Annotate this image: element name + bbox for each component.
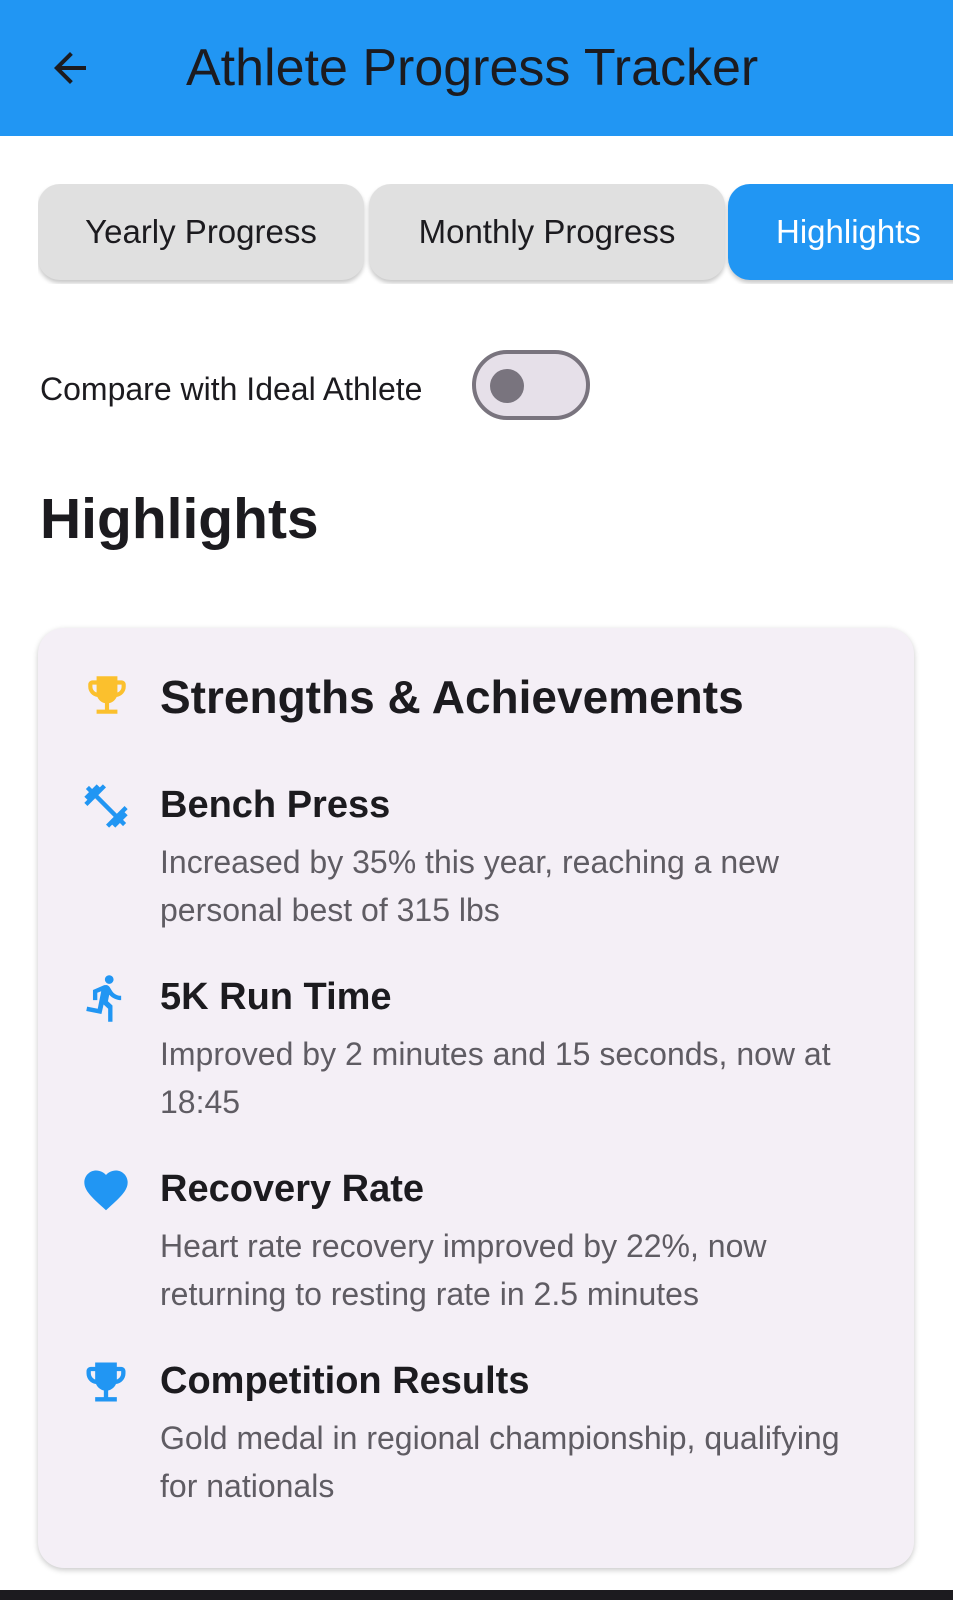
item-description: Heart rate recovery improved by 22%, now… — [160, 1228, 767, 1312]
bottom-edge — [0, 1590, 953, 1600]
card-title: Strengths & Achievements — [160, 671, 744, 723]
item-title: Recovery Rate — [160, 1168, 425, 1210]
app-bar: Athlete Progress Tracker — [0, 0, 953, 136]
item-title: Bench Press — [160, 784, 391, 826]
compare-row: Compare with Ideal Athlete — [40, 350, 590, 428]
item-title: 5K Run Time — [160, 976, 392, 1018]
item-description: Increased by 35% this year, reaching a n… — [160, 844, 780, 928]
toggle-thumb — [490, 369, 524, 403]
compare-label: Compare with Ideal Athlete — [40, 370, 423, 407]
compare-toggle[interactable] — [472, 350, 590, 420]
back-button[interactable] — [30, 28, 110, 108]
tab-bar: Yearly Progress Monthly Progress Highlig… — [38, 184, 953, 284]
item-description: Gold medal in regional championship, qua… — [160, 1420, 840, 1504]
card-header — [82, 670, 132, 720]
tab-yearly-progress[interactable]: Yearly Progress — [38, 184, 364, 280]
tab-monthly-progress[interactable]: Monthly Progress — [369, 184, 725, 280]
achievements-card: Strengths & Achievements Bench Press Inc… — [38, 628, 914, 1568]
heart-icon — [84, 1170, 128, 1211]
app-title: Athlete Progress Tracker — [186, 39, 759, 97]
tab-highlights[interactable]: Highlights — [728, 184, 953, 280]
arrow-back-icon — [54, 52, 86, 84]
directions-run-icon — [86, 975, 122, 1022]
section-heading: Highlights — [40, 487, 319, 551]
item-description: Improved by 2 minutes and 15 seconds, no… — [160, 1036, 831, 1120]
fitness-center-icon — [84, 784, 128, 828]
item-title: Competition Results — [160, 1360, 530, 1402]
trophy-icon — [86, 1362, 126, 1402]
trophy-icon — [88, 676, 126, 714]
